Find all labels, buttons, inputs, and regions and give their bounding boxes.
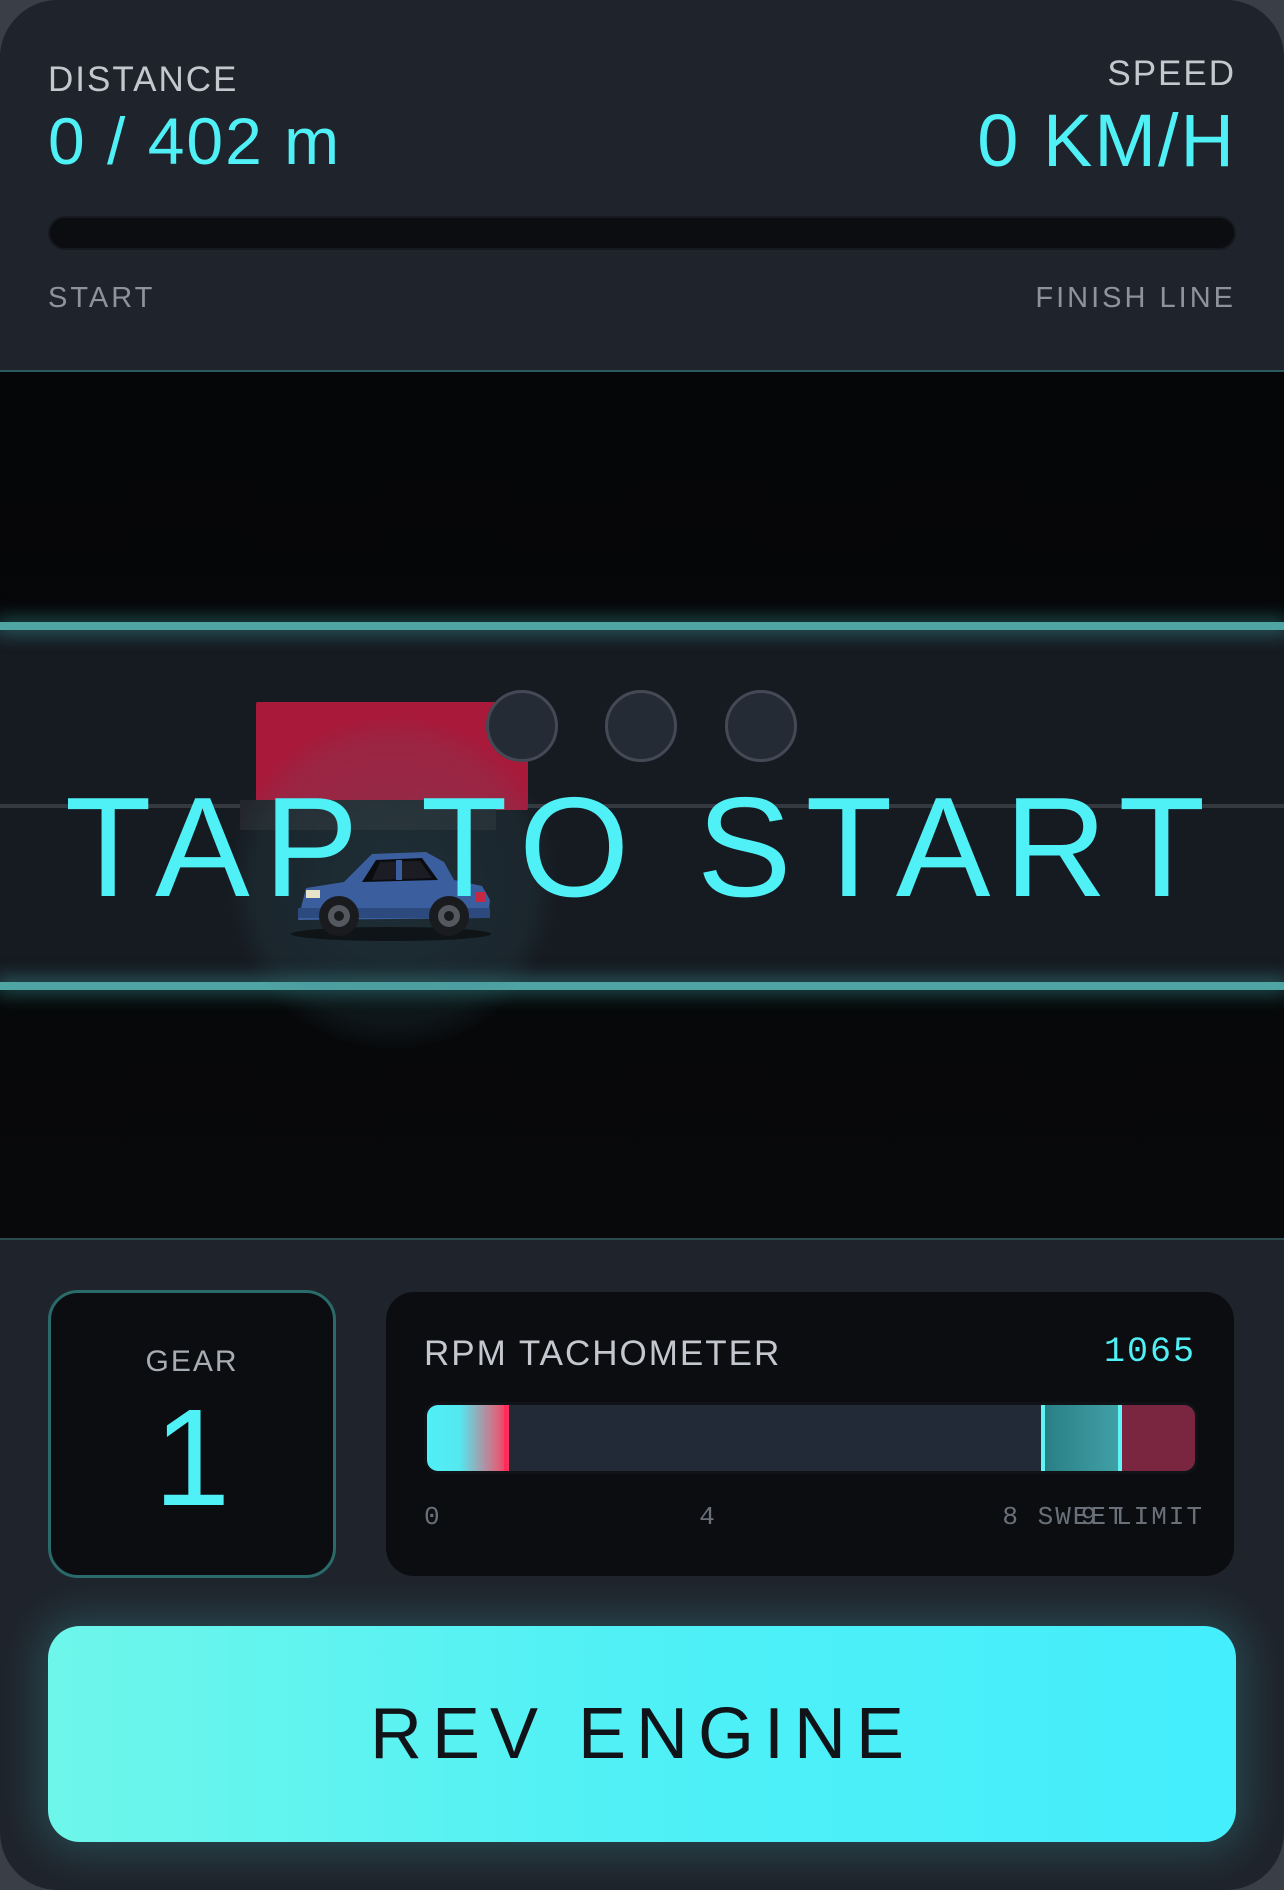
distance-label: DISTANCE — [48, 60, 239, 99]
rpm-readout: 1065 — [1103, 1332, 1196, 1372]
game-app: DISTANCE 0 / 402 m SPEED 0 KM/H START FI… — [0, 0, 1284, 1890]
tap-to-start-overlay[interactable]: TAP TO START — [0, 777, 1284, 919]
rpm-tick-label: 0 — [424, 1502, 442, 1532]
rev-engine-button[interactable]: REV ENGINE — [48, 1626, 1236, 1842]
rpm-tick-label: 9 LIMIT — [1080, 1502, 1204, 1532]
start-light-2 — [605, 690, 677, 762]
hud-header: DISTANCE 0 / 402 m SPEED 0 KM/H START FI… — [0, 0, 1284, 370]
gear-value: 1 — [153, 1381, 231, 1535]
rpm-tick-label: 4 — [699, 1502, 717, 1532]
finish-line-label: FINISH LINE — [1035, 282, 1236, 314]
lane-line-top — [0, 622, 1284, 630]
start-light-1 — [486, 690, 558, 762]
tachometer-label: RPM TACHOMETER — [424, 1334, 782, 1373]
speed-label: SPEED — [1107, 54, 1236, 93]
start-label: START — [48, 282, 156, 314]
rpm-bar — [424, 1402, 1198, 1474]
distance-value: 0 / 402 m — [48, 104, 342, 178]
speed-value: 0 KM/H — [977, 99, 1236, 182]
rpm-sweet-zone — [1041, 1405, 1119, 1471]
lane-line-bottom — [0, 982, 1284, 990]
race-track[interactable]: TAP TO START — [0, 370, 1284, 1240]
rpm-limit-zone — [1118, 1405, 1195, 1471]
race-progress-bar — [48, 216, 1236, 250]
gear-indicator: GEAR 1 — [48, 1290, 336, 1578]
gear-label: GEAR — [145, 1345, 239, 1378]
rpm-bar-fill — [427, 1405, 509, 1471]
rpm-tachometer: RPM TACHOMETER 1065 048 SWEET 9 LIMIT — [386, 1292, 1234, 1576]
start-light-3 — [725, 690, 797, 762]
